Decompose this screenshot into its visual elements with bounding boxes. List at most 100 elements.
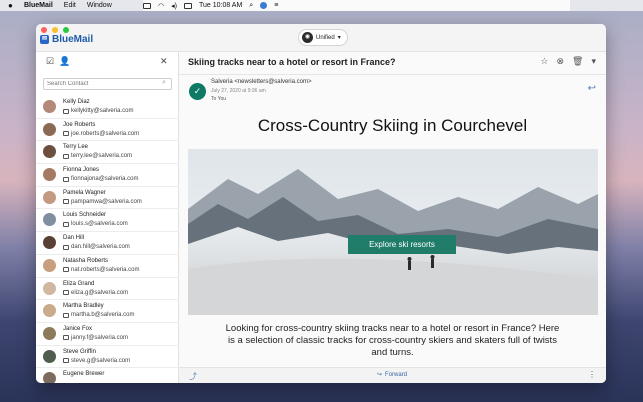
message-subject: Skiing tracks near to a hotel or resort … <box>188 57 396 67</box>
contact-email-text: kellykitty@salveria.com <box>71 108 134 114</box>
menu-bar: ● BlueMail Edit Window ◠ ◂) Tue 10:08 AM… <box>0 0 643 11</box>
email-headline: Cross-Country Skiing in Courchevel <box>257 116 528 135</box>
zoom-window-button[interactable] <box>63 27 69 33</box>
contact-row[interactable]: Eugene Brewer <box>36 368 179 383</box>
title-bar: ✉ BlueMail ◉ Unified ▾ <box>36 24 606 52</box>
contact-row[interactable]: Martha Bradley martha.b@salveria.com <box>36 300 179 323</box>
contact-name: Fionna Jones <box>63 167 100 174</box>
close-icon[interactable]: ✕ <box>160 57 168 66</box>
bluemail-logo-icon: ✉ <box>40 35 49 44</box>
contact-row[interactable]: Joe Roberts joe.roberts@salveria.com <box>36 119 179 142</box>
archive-icon[interactable]: ⊗ <box>556 56 564 67</box>
message-recipient[interactable]: To You <box>211 96 226 102</box>
reply-icon[interactable]: ↩ <box>588 83 596 94</box>
contact-email-text: pampamwa@salveria.com <box>71 198 142 205</box>
message-pane: Skiing tracks near to a hotel or resort … <box>179 52 606 383</box>
envelope-icon <box>63 290 69 295</box>
avatar <box>43 326 56 340</box>
contact-row[interactable]: Terry Lee terry.lee@salveria.com <box>36 141 179 165</box>
envelope-icon <box>63 358 69 364</box>
search-contact-input[interactable] <box>43 78 172 90</box>
contact-email-text: dan.hill@salveria.com <box>71 244 130 251</box>
contact-row[interactable]: Dan Hill dan.hill@salveria.com <box>36 232 179 255</box>
siri-icon[interactable] <box>260 2 268 9</box>
avatar <box>43 190 56 204</box>
contact-email-text: terry.lee@salveria.com <box>71 153 132 160</box>
window-controls <box>41 27 69 33</box>
contact-name: Eugene Brewer <box>63 371 105 378</box>
avatar <box>43 213 56 227</box>
envelope-icon <box>63 312 69 318</box>
contact-row[interactable]: Louis Schneider louis.s@salveria.com <box>36 209 179 233</box>
contact-name: Eliza Grand <box>63 280 95 287</box>
account-selector[interactable]: ◉ Unified ▾ <box>298 29 348 46</box>
airplay-icon[interactable] <box>143 2 151 9</box>
sender-name[interactable]: Salveria <newsletters@salveria.com> <box>211 79 311 85</box>
contact-row[interactable]: Janice Fox janny.f@salveria.com <box>36 323 179 346</box>
select-all-checkbox-icon[interactable]: ☑ <box>46 57 54 66</box>
contact-email: nat.roberts@salveria.com <box>63 267 139 273</box>
contact-name: Joe Roberts <box>63 121 96 128</box>
menu-edit[interactable]: Edit <box>64 2 76 9</box>
envelope-icon <box>63 199 69 205</box>
contact-email: eliza.g@salveria.com <box>63 290 128 296</box>
close-window-button[interactable] <box>41 27 47 33</box>
avatar <box>43 372 56 383</box>
contact-row[interactable]: Steve Griffin steve.g@salveria.com <box>36 346 179 369</box>
menu-app[interactable]: BlueMail <box>24 2 53 9</box>
more-options-icon[interactable]: ⋮ <box>588 370 596 379</box>
volume-icon[interactable]: ◂) <box>171 2 177 10</box>
contact-email: kellykitty@salveria.com <box>63 108 133 114</box>
clock[interactable]: Tue 10:08 AM <box>199 2 242 9</box>
more-menu-icon[interactable]: ▾ <box>591 56 596 67</box>
avatar <box>43 349 56 363</box>
contact-name: Natasha Roberts <box>63 257 109 264</box>
avatar <box>43 258 56 272</box>
notification-center-icon[interactable]: ≡ <box>274 2 278 9</box>
envelope-icon <box>63 176 69 182</box>
battery-icon[interactable] <box>183 2 192 9</box>
sender-avatar: ✓ <box>189 83 206 100</box>
menu-window[interactable]: Window <box>87 2 112 9</box>
app-brand: BlueMail <box>52 34 94 45</box>
contact-name: Terry Lee <box>63 144 89 151</box>
contact-name: Kelly Diaz <box>63 99 90 105</box>
share-icon[interactable]: ⤴ <box>189 371 197 382</box>
envelope-icon <box>63 108 69 114</box>
star-icon[interactable]: ☆ <box>540 56 548 67</box>
wifi-icon[interactable]: ◠ <box>158 2 164 10</box>
trash-icon[interactable]: 🗑 <box>572 56 583 67</box>
divider <box>179 74 606 75</box>
contact-email: martha.b@salveria.com <box>63 312 134 318</box>
contact-email: fionnajona@salveria.com <box>63 176 138 182</box>
contact-email-text: nat.roberts@salveria.com <box>71 266 140 273</box>
contact-email-text: fionnajona@salveria.com <box>71 176 139 183</box>
contact-row[interactable]: Fionna Jones fionnajona@salveria.com <box>36 164 179 187</box>
forward-icon: ↪ <box>377 372 383 378</box>
apple-icon[interactable]: ● <box>8 1 16 10</box>
chevron-down-icon: ▾ <box>337 35 341 41</box>
contact-row[interactable]: Natasha Roberts nat.roberts@salveria.com <box>36 255 179 278</box>
explore-ski-resorts-button[interactable]: Explore ski resorts <box>348 235 456 254</box>
mountain-landscape-image <box>188 149 598 315</box>
spotlight-search-icon[interactable]: ⌕ <box>249 2 253 10</box>
envelope-icon <box>63 335 69 341</box>
forward-label: Forward <box>385 371 408 378</box>
contact-email: louis.s@salveria.com <box>63 221 128 227</box>
email-body-text: Looking for cross-country skiing tracks … <box>225 323 560 358</box>
unified-account-icon: ◉ <box>302 32 313 43</box>
contact-email: steve.g@salveria.com <box>63 358 130 364</box>
minimize-window-button[interactable] <box>52 27 58 33</box>
contact-row[interactable]: Eliza Grand eliza.g@salveria.com <box>36 278 179 301</box>
contact-email-text: joe.roberts@salveria.com <box>71 130 140 137</box>
contact-email: terry.lee@salveria.com <box>63 153 132 159</box>
contact-email-text: martha.b@salveria.com <box>71 312 135 319</box>
app-window: ✉ BlueMail ◉ Unified ▾ ☑ 👤 ✕ ⌕ Kelly Dia… <box>36 24 606 383</box>
contact-row[interactable]: Kelly Diaz kellykitty@salveria.com <box>36 96 179 119</box>
avatar <box>43 168 56 182</box>
forward-button[interactable]: ↪ Forward <box>377 371 408 379</box>
envelope-icon <box>63 221 69 227</box>
contact-row[interactable]: Pamela Wagner pampamwa@salveria.com <box>36 187 179 210</box>
app-logo: ✉ BlueMail <box>40 34 93 45</box>
add-contact-icon[interactable]: 👤 <box>59 57 70 66</box>
